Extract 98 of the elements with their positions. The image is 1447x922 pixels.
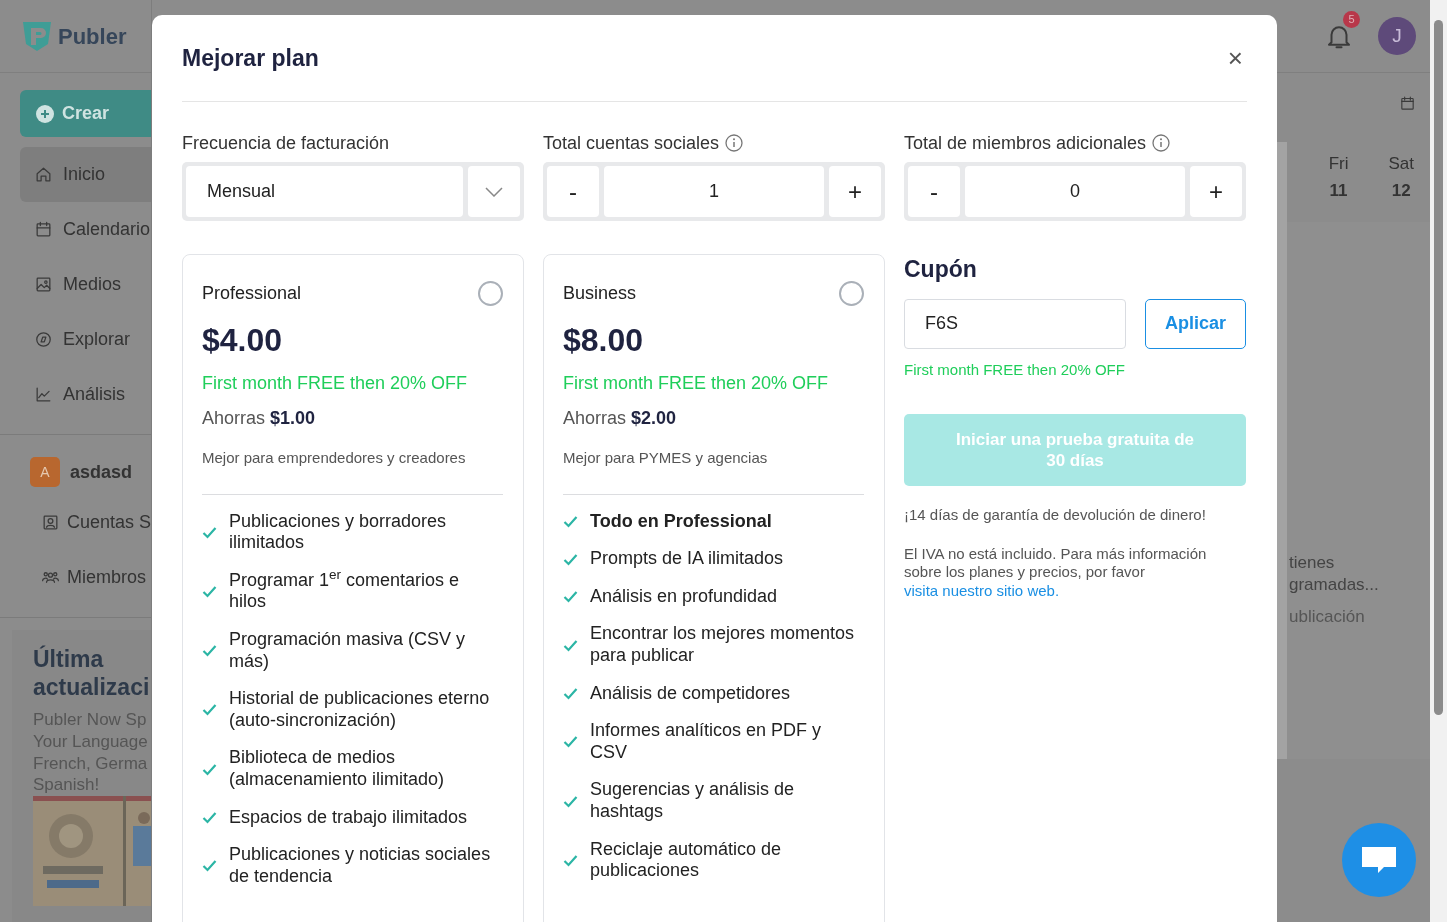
create-button[interactable]: Crear bbox=[20, 90, 151, 137]
website-link[interactable]: visita nuestro sitio web. bbox=[904, 582, 1060, 599]
guarantee-text: ¡14 días de garantía de devolución de dinero! bbox=[904, 505, 1207, 525]
feature-text: Biblioteca de medios (almacenamiento ilimitado) bbox=[229, 747, 446, 791]
check-icon bbox=[563, 514, 578, 529]
radio-button[interactable] bbox=[839, 281, 864, 306]
coupon-message: First month FREE then 20% OFF bbox=[904, 359, 1126, 380]
chart-icon bbox=[34, 385, 53, 404]
logo-icon bbox=[20, 19, 54, 53]
feature-text: Sugerencias y análisis de hashtags bbox=[590, 779, 796, 823]
chevron-icon[interactable] bbox=[485, 186, 503, 197]
check-icon bbox=[202, 702, 217, 718]
feature-text: Encontrar los mejores momentos para publicar bbox=[590, 623, 856, 667]
calendar-icon bbox=[34, 220, 53, 239]
plus-button[interactable]: + bbox=[829, 166, 881, 217]
feature-text: Publicaciones y noticias sociales de tendencia bbox=[229, 844, 492, 888]
nav-item[interactable]: Análisis bbox=[20, 367, 151, 422]
action-link[interactable]: ublicación bbox=[1289, 606, 1430, 629]
check-icon bbox=[563, 551, 578, 567]
day-name: Sat bbox=[1388, 154, 1414, 173]
nav-item[interactable]: Miembros bbox=[0, 550, 151, 605]
day-date: 12 bbox=[1390, 180, 1412, 203]
check-icon bbox=[563, 793, 578, 809]
check-icon bbox=[563, 852, 578, 868]
plus-button[interactable]: + bbox=[1190, 166, 1242, 217]
promo-text: First month FREE then 20% OFF bbox=[202, 372, 469, 396]
image-icon bbox=[34, 275, 53, 294]
scrollbar[interactable] bbox=[1430, 0, 1447, 922]
check-icon bbox=[563, 734, 578, 750]
minus-button[interactable]: - bbox=[547, 166, 599, 217]
user-avatar[interactable]: J bbox=[1378, 17, 1416, 55]
promo-text: First month FREE then 20% OFF bbox=[563, 372, 830, 396]
plan-price: $4.00 bbox=[202, 323, 284, 359]
field-label: Total cuentas sociales bbox=[543, 131, 720, 155]
check-icon bbox=[202, 524, 217, 540]
apply-button[interactable]: Aplicar bbox=[1145, 298, 1246, 349]
empty-text: tienes bbox=[1289, 552, 1336, 574]
field-label: Frecuencia de facturación bbox=[182, 132, 391, 154]
notification-badge: 5 bbox=[1343, 11, 1360, 28]
number-field[interactable]: 1 bbox=[604, 166, 824, 217]
nav-item[interactable]: Cuentas S bbox=[0, 495, 151, 550]
feature-text: Reciclaje automático de publicaciones bbox=[590, 838, 783, 882]
calendar-icon bbox=[1399, 95, 1416, 112]
id-card-icon bbox=[41, 513, 60, 532]
logo-text: Publer bbox=[58, 22, 127, 51]
feature-text: Prompts de IA ilimitados bbox=[590, 548, 784, 570]
savings-text: Ahorras $1.00 bbox=[202, 407, 317, 431]
check-icon bbox=[202, 761, 217, 777]
number-field[interactable]: 0 bbox=[965, 166, 1185, 217]
coupon-title: Cupón bbox=[904, 255, 978, 284]
compass-icon bbox=[34, 330, 53, 349]
info-icon bbox=[725, 134, 744, 152]
update-title: Última actualizaci bbox=[33, 646, 151, 702]
check-icon bbox=[563, 589, 578, 605]
day-name: Fri bbox=[1328, 154, 1349, 173]
feature-text: Análisis de competidores bbox=[590, 682, 791, 705]
chat-icon bbox=[1360, 844, 1398, 876]
plan-name: Business bbox=[563, 282, 637, 305]
plan-name: Professional bbox=[202, 282, 302, 305]
check-icon bbox=[202, 583, 217, 599]
check-icon bbox=[563, 685, 578, 701]
savings-text: Ahorras $2.00 bbox=[563, 407, 678, 431]
workspace-name[interactable]: asdasd bbox=[70, 458, 133, 486]
plan-price: $8.00 bbox=[563, 323, 645, 359]
select-field[interactable]: Mensual bbox=[186, 166, 463, 217]
plan-card[interactable] bbox=[543, 254, 885, 922]
plus-icon bbox=[36, 104, 54, 123]
nav-item[interactable]: Medios bbox=[20, 257, 151, 312]
close-button[interactable]: × bbox=[1223, 45, 1247, 71]
plan-card[interactable] bbox=[182, 254, 524, 922]
check-icon bbox=[202, 643, 217, 659]
workspace-avatar: A bbox=[30, 457, 60, 487]
modal-title: Mejorar plan bbox=[182, 43, 319, 73]
nav-item[interactable]: Calendario bbox=[20, 202, 151, 257]
feature-text: Todo en Professional bbox=[590, 510, 772, 533]
field-label: Total de miembros adicionales bbox=[904, 131, 1147, 155]
check-icon bbox=[202, 858, 217, 874]
nav-item[interactable]: Inicio bbox=[20, 147, 151, 202]
plan-description: Mejor para emprendedores y creadores bbox=[202, 447, 503, 495]
home-icon bbox=[34, 165, 53, 184]
day-date: 11 bbox=[1328, 180, 1349, 203]
check-icon bbox=[202, 809, 217, 825]
feature-text: Programar 1$^{er}$ comentarios e hilos bbox=[229, 569, 461, 614]
feature-text: Espacios de trabajo ilimitados bbox=[229, 806, 468, 829]
feature-text: Programación masiva (CSV y más) bbox=[229, 629, 467, 673]
radio-button[interactable] bbox=[478, 281, 503, 306]
empty-text: gramadas... bbox=[1289, 574, 1380, 597]
feature-text: Publicaciones y borradores ilimitados bbox=[229, 510, 448, 554]
minus-button[interactable]: - bbox=[908, 166, 960, 217]
vat-note: El IVA no está incluido. Para más información sobre los planes y precios, por favor visita nuestro sitio web. bbox=[904, 544, 1208, 601]
plan-description: Mejor para PYMES y agencias bbox=[563, 447, 864, 495]
nav-item[interactable]: Explorar bbox=[20, 312, 151, 367]
info-icon bbox=[1152, 134, 1171, 152]
check-icon bbox=[563, 637, 578, 653]
coupon-field[interactable]: F6S bbox=[904, 298, 1126, 349]
feature-text: Informes analíticos en PDF y CSV bbox=[590, 720, 823, 764]
feature-text: Análisis en profundidad bbox=[590, 585, 778, 608]
feature-text: Historial de publicaciones eterno (auto-sincronización) bbox=[229, 688, 491, 732]
